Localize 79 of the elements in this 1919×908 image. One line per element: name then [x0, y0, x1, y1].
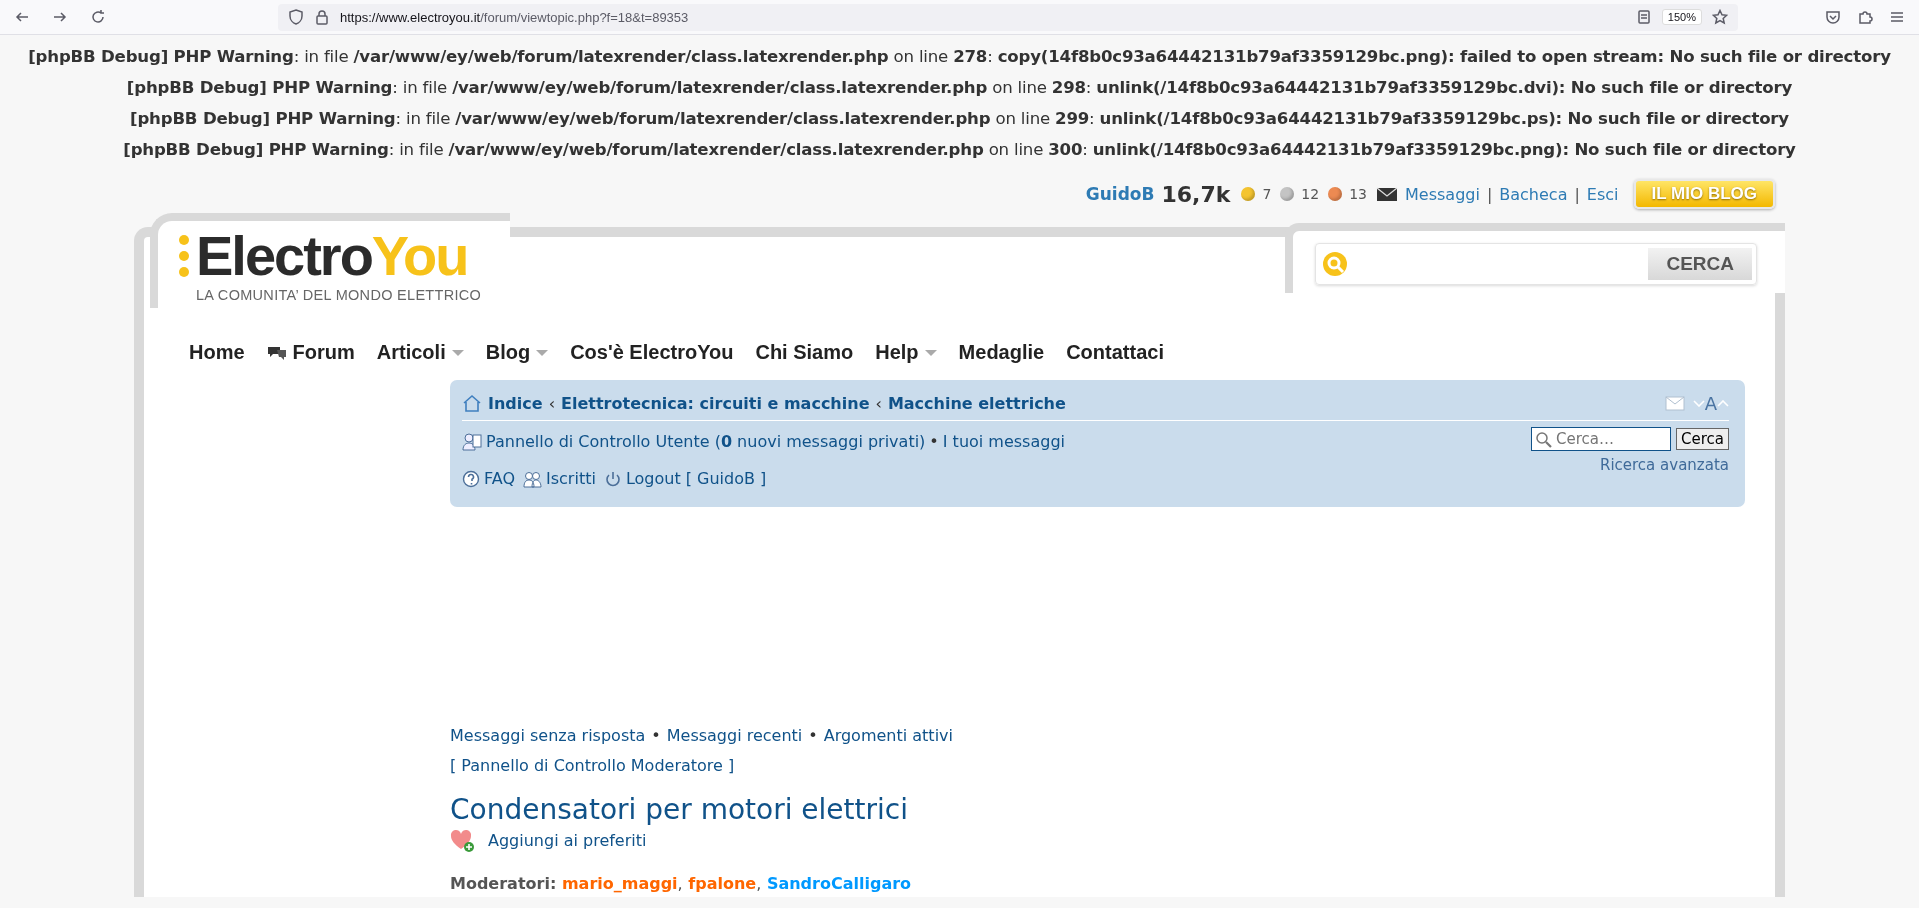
separator: | [1486, 184, 1493, 204]
search-field[interactable]: Cerca… [1531, 427, 1671, 451]
nav-item[interactable]: Articoli [376, 341, 464, 364]
separator: • [929, 432, 939, 451]
separator: • [651, 725, 661, 747]
quick-link[interactable]: Argomenti attivi [823, 721, 953, 751]
chevron-down-icon [1692, 399, 1705, 407]
quick-link[interactable]: Messaggi recenti [666, 721, 803, 751]
separator: ‹ [875, 393, 882, 413]
logo-tagline: LA COMUNITA’ DEL MONDO ELETTRICO [196, 287, 483, 303]
debug-warning: [phpBB Debug] PHP Warning: in file /var/www/ey/web/forum/latexrender/class.latexrender.php on line 278: copy(14f8b0c93a64442131b79af3359129bc.png): failed to open stream: No such file or directory [27, 46, 1892, 68]
debug-warning: [phpBB Debug] PHP Warning: in file /var/www/ey/web/forum/latexrender/class.latexrender.php on line 299: unlink(/14f8b0c93a64442131b79af3359129bc.ps): No such file or directory [129, 108, 1790, 130]
control-panel-link[interactable]: Pannello di Controllo Utente (0 nuovi messaggi privati) [486, 432, 926, 451]
shield-icon [288, 9, 304, 25]
score: 16,7k [1161, 181, 1231, 207]
help-icon [462, 469, 480, 488]
separator: , [677, 874, 683, 893]
font-size-control[interactable]: A [1692, 392, 1729, 414]
separator: | [1574, 184, 1580, 204]
moderator-panel-link[interactable]: [ Pannello di Controllo Moderatore ] [450, 756, 735, 775]
breadcrumb-link[interactable]: Elettrotecnica: circuiti e macchine [561, 393, 870, 413]
nav-item[interactable]: Chi Siamo [755, 341, 854, 364]
nav-link[interactable]: Bacheca [1499, 184, 1568, 204]
site-logo[interactable]: ElectroYou [178, 227, 510, 285]
chevron-up-icon [1717, 399, 1729, 407]
puzzle-icon[interactable] [1857, 9, 1873, 25]
menu-icon[interactable] [1889, 9, 1905, 25]
address-bar[interactable]: https://www.electroyou.it/forum/viewtopic.php?f=18&t=89353 150% [278, 3, 1738, 31]
breadcrumb-link[interactable]: Indice [488, 393, 543, 413]
caret-icon [451, 349, 464, 356]
zoom-level[interactable]: 150% [1661, 9, 1702, 25]
user-card-icon [462, 432, 482, 451]
pocket-icon[interactable] [1825, 9, 1841, 25]
lock-icon [314, 9, 330, 25]
search-icon [1322, 251, 1348, 277]
nav-link[interactable]: Esci [1586, 184, 1619, 204]
nav-item[interactable]: Help [875, 341, 937, 364]
power-icon [603, 469, 622, 488]
panel-link[interactable]: FAQ [484, 469, 515, 488]
users-icon [523, 469, 542, 488]
envelope-icon[interactable] [1376, 185, 1398, 203]
heart-plus-icon[interactable] [450, 829, 474, 852]
medal-count: 12 [1301, 186, 1320, 202]
topic-title[interactable]: Condensatori per motori elettrici [450, 793, 1745, 827]
separator: ‹ [548, 393, 556, 413]
debug-warning: [phpBB Debug] PHP Warning: in file /var/www/ey/web/forum/latexrender/class.latexrender.php on line 298: unlink(/14f8b0c93a64442131b79af3359129bc.dvi): No such file or directory [125, 77, 1794, 99]
quick-link[interactable]: Messaggi senza risposta [450, 721, 646, 751]
moderators-label: Moderatori: [450, 874, 557, 893]
panel-link[interactable]: Iscritti [546, 469, 596, 488]
nav-item[interactable]: Cos'è ElectroYou [570, 341, 734, 364]
search-button[interactable]: Cerca [1676, 428, 1729, 450]
separator: • [808, 725, 818, 747]
caret-icon [924, 349, 937, 356]
chat-bubbles-icon [266, 344, 287, 361]
site-search-field[interactable]: CERCA [1315, 243, 1757, 285]
home-icon[interactable] [462, 394, 482, 412]
debug-warning: [phpBB Debug] PHP Warning: in file /var/www/ey/web/forum/latexrender/class.latexrender.php on line 300: unlink(/14f8b0c93a64442131b79af3359129bc.png): No such file or directory [122, 139, 1797, 161]
nav-item[interactable]: Home [189, 341, 245, 364]
star-icon[interactable] [1712, 9, 1728, 25]
search-button[interactable]: CERCA [1648, 248, 1752, 280]
reader-view-icon[interactable] [1635, 9, 1652, 25]
search-icon [1535, 431, 1552, 448]
separator: , [756, 874, 762, 893]
nav-item[interactable]: Blog [485, 341, 549, 364]
nav-item[interactable]: Medaglie [958, 341, 1045, 364]
breadcrumb-link[interactable]: Macchine elettriche [887, 393, 1066, 413]
url-text: https://www.electroyou.it/forum/viewtopic.php?f=18&t=89353 [340, 9, 689, 25]
nav-link[interactable]: Messaggi [1405, 184, 1480, 204]
nav-item[interactable]: Forum [266, 341, 355, 364]
reload-icon[interactable] [90, 9, 106, 25]
my-posts-link[interactable]: I tuoi messaggi [942, 432, 1065, 451]
medal-count: 7 [1262, 186, 1272, 202]
panel-link[interactable]: Logout [ GuidoB ] [625, 469, 767, 488]
bookmark-link[interactable]: Aggiungi ai preferiti [488, 831, 647, 850]
medal-count: 13 [1349, 186, 1367, 202]
nav-item[interactable]: Contattaci [1066, 341, 1164, 364]
advanced-search-link[interactable]: Ricerca avanzata [1599, 456, 1729, 474]
username-link[interactable]: GuidoB [1085, 184, 1155, 204]
caret-icon [536, 349, 549, 356]
